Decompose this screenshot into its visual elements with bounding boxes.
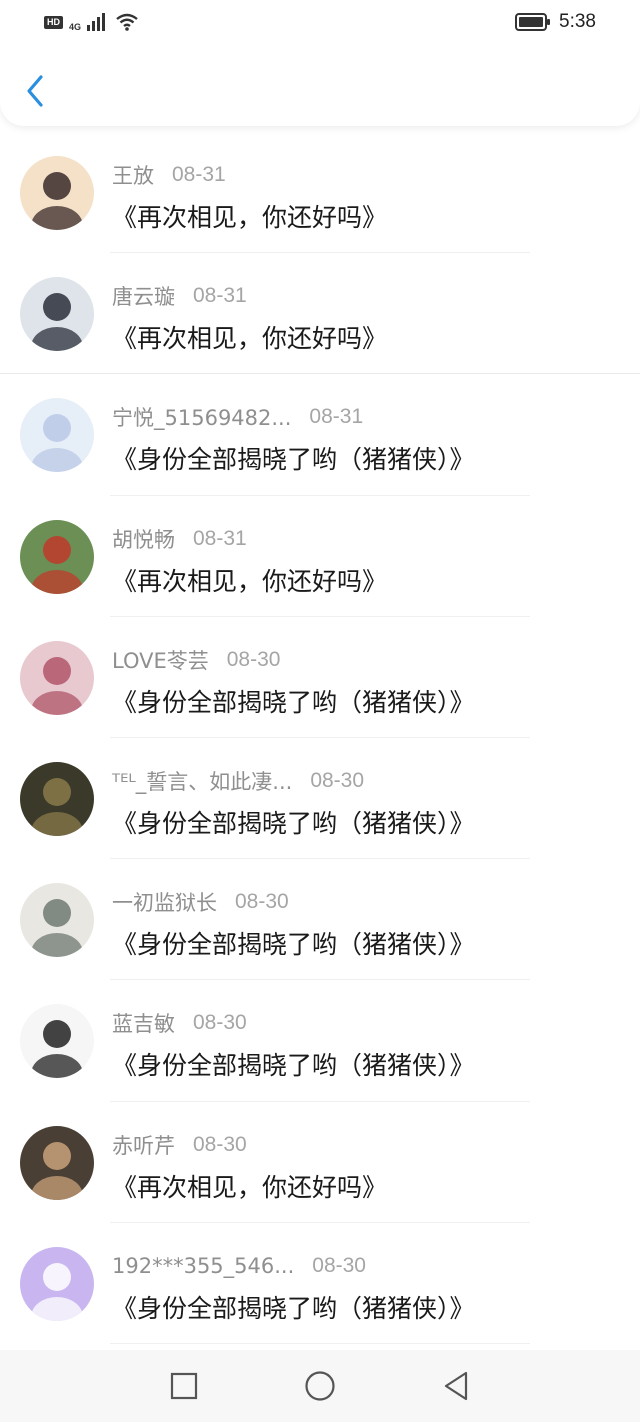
avatar-image [31, 535, 83, 594]
comment-meta: 192***355_546... 08-30 [112, 1251, 366, 1281]
avatar[interactable] [20, 761, 94, 836]
comment-date: 08-31 [309, 405, 364, 429]
user-name[interactable]: 192***355_546... [112, 1254, 294, 1278]
wifi-icon [116, 13, 138, 31]
comment-item[interactable]: 赤听芹 08-30 《再次相见，你还好吗》 [0, 1102, 640, 1223]
comment-meta: 唐云璇 08-31 [112, 281, 247, 311]
work-title[interactable]: 《身份全部揭晓了哟（猪猪侠）》 [112, 1046, 475, 1082]
comment-date: 08-31 [193, 526, 247, 550]
avatar[interactable] [20, 156, 94, 230]
status-time: 5:38 [559, 11, 596, 32]
status-right: 5:38 [515, 11, 596, 33]
comment-item[interactable]: 唐云璇 08-31 《再次相见，你还好吗》 [0, 253, 640, 375]
back-nav-button[interactable] [436, 1366, 476, 1406]
chevron-left-icon [27, 75, 43, 107]
user-name[interactable]: 蓝吉敏 [112, 1008, 175, 1038]
avatar-image [31, 1262, 83, 1321]
comment-date: 08-30 [312, 1253, 366, 1277]
avatar[interactable] [20, 1125, 94, 1200]
comment-date: 08-30 [193, 1011, 247, 1035]
avatar[interactable] [20, 277, 94, 352]
home-button[interactable] [300, 1366, 340, 1406]
work-title[interactable]: 《身份全部揭晓了哟（猪猪侠）》 [112, 683, 475, 719]
work-title[interactable]: 《再次相见，你还好吗》 [112, 562, 387, 598]
comment-item[interactable]: 蓝吉敏 08-30 《身份全部揭晓了哟（猪猪侠）》 [0, 980, 640, 1102]
avatar-image [31, 172, 83, 230]
avatar-image [31, 1141, 83, 1200]
user-name[interactable]: LOVE苓芸 [112, 645, 209, 675]
user-name[interactable]: 王放 [112, 160, 154, 190]
comment-meta: 宁悦_51569482... 08-31 [112, 402, 363, 432]
hd-badge: HD [44, 15, 63, 29]
avatar-image [31, 777, 83, 836]
comment-item[interactable]: 192***355_546... 08-30 《身份全部揭晓了哟（猪猪侠）》 [0, 1223, 640, 1345]
recent-apps-icon [170, 1372, 198, 1400]
work-title[interactable]: 《再次相见，你还好吗》 [112, 1168, 387, 1204]
comment-item[interactable]: 一初监狱长 08-30 《身份全部揭晓了哟（猪猪侠）》 [0, 859, 640, 981]
avatar[interactable] [20, 883, 94, 958]
comment-meta: ᵀᴱᴸ_誓言、如此凄... 08-30 [112, 766, 364, 796]
avatar[interactable] [20, 398, 94, 473]
comment-item[interactable]: LOVE苓芸 08-30 《身份全部揭晓了哟（猪猪侠）》 [0, 617, 640, 739]
work-title[interactable]: 《身份全部揭晓了哟（猪猪侠）》 [112, 440, 475, 476]
battery-icon [515, 13, 551, 31]
recent-apps-button[interactable] [164, 1366, 204, 1406]
comment-date: 08-31 [193, 284, 247, 308]
comment-meta: 一初监狱长 08-30 [112, 887, 289, 917]
home-icon [305, 1371, 335, 1401]
comment-meta: 王放 08-31 [112, 160, 226, 190]
comment-item[interactable]: 宁悦_51569482... 08-31 《身份全部揭晓了哟（猪猪侠）》 [0, 374, 640, 496]
avatar[interactable] [20, 519, 94, 594]
user-name[interactable]: 宁悦_51569482... [112, 402, 291, 432]
user-name[interactable]: 胡悦畅 [112, 524, 175, 554]
comment-list: 王放 08-31 《再次相见，你还好吗》 唐云璇 08-31 《再次相见，你还好吗》 宁悦_… [0, 132, 640, 1345]
comment-date: 08-30 [193, 1132, 247, 1156]
comment-date: 08-30 [235, 890, 289, 914]
comment-meta: 赤听芹 08-30 [112, 1130, 247, 1160]
work-title[interactable]: 《再次相见，你还好吗》 [112, 198, 387, 234]
comment-date: 08-30 [226, 647, 281, 671]
user-name[interactable]: 一初监狱长 [112, 887, 217, 917]
comment-date: 08-30 [310, 768, 365, 792]
network-label: 4G [69, 22, 82, 32]
user-name[interactable]: ᵀᴱᴸ_誓言、如此凄... [112, 766, 292, 796]
avatar[interactable] [20, 640, 94, 715]
comment-meta: LOVE苓芸 08-30 [112, 645, 280, 675]
work-title[interactable]: 《身份全部揭晓了哟（猪猪侠）》 [112, 1289, 475, 1325]
avatar[interactable] [20, 1246, 94, 1321]
comment-item[interactable]: 胡悦畅 08-31 《再次相见，你还好吗》 [0, 496, 640, 617]
system-nav-bar [0, 1350, 640, 1422]
back-triangle-icon [444, 1371, 468, 1401]
avatar-image [31, 1020, 83, 1079]
comment-meta: 蓝吉敏 08-30 [112, 1008, 247, 1038]
work-title[interactable]: 《身份全部揭晓了哟（猪猪侠）》 [112, 925, 475, 961]
user-name[interactable]: 赤听芹 [112, 1130, 175, 1160]
user-name[interactable]: 唐云璇 [112, 281, 175, 311]
work-title[interactable]: 《再次相见，你还好吗》 [112, 319, 387, 355]
comment-meta: 胡悦畅 08-31 [112, 524, 247, 554]
status-bar: HD 4G 5:38 [0, 0, 640, 44]
avatar-image [31, 656, 83, 715]
header: HD 4G 5:38 [0, 0, 640, 126]
comment-item[interactable]: 王放 08-31 《再次相见，你还好吗》 [0, 132, 640, 254]
signal-icon [87, 13, 106, 31]
work-title[interactable]: 《身份全部揭晓了哟（猪猪侠）》 [112, 804, 475, 840]
avatar-image [31, 414, 83, 473]
comment-date: 08-31 [172, 163, 226, 186]
avatar-image [31, 899, 83, 958]
avatar[interactable] [20, 1004, 94, 1079]
avatar-image [31, 293, 83, 352]
status-left: HD 4G [44, 12, 139, 32]
comment-item[interactable]: ᵀᴱᴸ_誓言、如此凄... 08-30 《身份全部揭晓了哟（猪猪侠）》 [0, 738, 640, 860]
back-button[interactable] [18, 70, 52, 112]
